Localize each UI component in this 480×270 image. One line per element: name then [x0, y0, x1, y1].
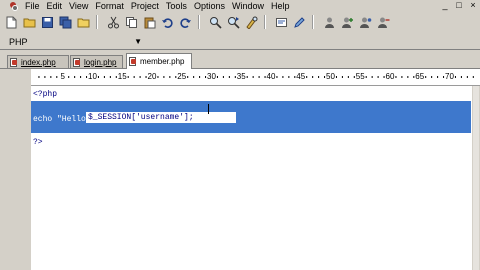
find-next-icon[interactable] [226, 15, 240, 29]
php-file-icon [10, 57, 18, 67]
user-icon[interactable] [322, 15, 336, 29]
tab-index-php[interactable]: index.php [7, 55, 69, 68]
ruler-label: 25 [177, 72, 186, 81]
editor-gutter [0, 86, 31, 270]
ruler-corner [0, 69, 31, 85]
restore-button[interactable]: □ [452, 0, 466, 11]
syntax-language-select[interactable]: PHP ▼ [9, 35, 142, 49]
window-controls: _ □ × [438, 0, 480, 12]
minimize-button[interactable]: _ [438, 0, 452, 11]
toolbar-separator [264, 15, 266, 29]
menu-view[interactable]: View [69, 0, 88, 12]
new-file-icon[interactable] [4, 15, 18, 29]
cut-icon[interactable] [106, 15, 120, 29]
ruler-label: 10 [88, 72, 97, 81]
tab-login-php[interactable]: login.php [70, 55, 123, 68]
replace-icon[interactable] [244, 15, 258, 29]
ruler-label: 65 [415, 72, 424, 81]
toolbar-separator [198, 15, 200, 29]
tab-label: member.php [140, 57, 185, 66]
toolbar-separator [96, 15, 98, 29]
ruler-ticks: 5 10 15 20 25 30 35 40 45 50 55 60 65 70 [38, 72, 474, 81]
editor-window: File Edit View Format Project Tools Opti… [0, 0, 480, 270]
php-file-icon [73, 57, 81, 67]
syntax-bar: PHP ▼ [0, 33, 480, 50]
ruler-label: 5 [61, 72, 66, 81]
user-edit-icon[interactable] [358, 15, 372, 29]
scrollbar-track[interactable] [473, 86, 479, 270]
text-cursor [208, 104, 209, 114]
ruler-label: 60 [386, 72, 395, 81]
tab-label: index.php [21, 57, 56, 67]
user-remove-icon[interactable] [376, 15, 390, 29]
find-icon[interactable] [208, 15, 222, 29]
user-add-icon[interactable] [340, 15, 354, 29]
menu-options[interactable]: Options [194, 0, 225, 12]
menu-help[interactable]: Help [271, 0, 290, 12]
menu-format[interactable]: Format [95, 0, 124, 12]
ruler-label: 45 [296, 72, 305, 81]
column-ruler: 5 10 15 20 25 30 35 40 45 50 55 60 65 70 [31, 69, 480, 86]
menu-window[interactable]: Window [232, 0, 264, 12]
ruler-label: 55 [356, 72, 365, 81]
ruler-label: 20 [148, 72, 157, 81]
ruler-label: 35 [237, 72, 246, 81]
code-line-2-rest: $_SESSION['username']; [88, 113, 194, 122]
save-icon[interactable] [40, 15, 54, 29]
toolbar [0, 12, 480, 32]
divider [0, 49, 480, 50]
ruler-label: 50 [326, 72, 335, 81]
redo-icon[interactable] [178, 15, 192, 29]
menu-edit[interactable]: Edit [47, 0, 63, 12]
unselected-text-region: $_SESSION['username']; [86, 112, 236, 123]
ruler-label: 30 [207, 72, 216, 81]
paste-icon[interactable] [142, 15, 156, 29]
copy-icon[interactable] [124, 15, 138, 29]
menu-project[interactable]: Project [131, 0, 159, 12]
menu-tools[interactable]: Tools [166, 0, 187, 12]
chevron-down-icon[interactable]: ▼ [134, 35, 142, 49]
syntax-language-value: PHP [9, 37, 28, 47]
open-folder-icon[interactable] [22, 15, 36, 29]
close-button[interactable]: × [466, 0, 480, 11]
code-line-1: <?php [33, 90, 58, 99]
folder-icon[interactable] [76, 15, 90, 29]
toggle-icon[interactable] [274, 15, 288, 29]
php-file-icon [129, 57, 137, 66]
menu-file[interactable]: File [25, 0, 40, 12]
app-logo-icon [9, 1, 19, 11]
save-all-icon[interactable] [58, 15, 72, 29]
ruler-label: 40 [267, 72, 276, 81]
menu-bar: File Edit View Format Project Tools Opti… [0, 0, 480, 12]
code-line-3: ?> [33, 138, 43, 147]
ruler-label: 70 [445, 72, 454, 81]
undo-icon[interactable] [160, 15, 174, 29]
document-tabs: index.php login.php member.php [0, 52, 480, 69]
vertical-scrollbar[interactable] [472, 86, 480, 270]
tab-label: login.php [84, 57, 117, 67]
tab-member-php[interactable]: member.php [126, 53, 192, 69]
edit-icon[interactable] [292, 15, 306, 29]
ruler-label: 15 [118, 72, 127, 81]
toolbar-separator [312, 15, 314, 29]
